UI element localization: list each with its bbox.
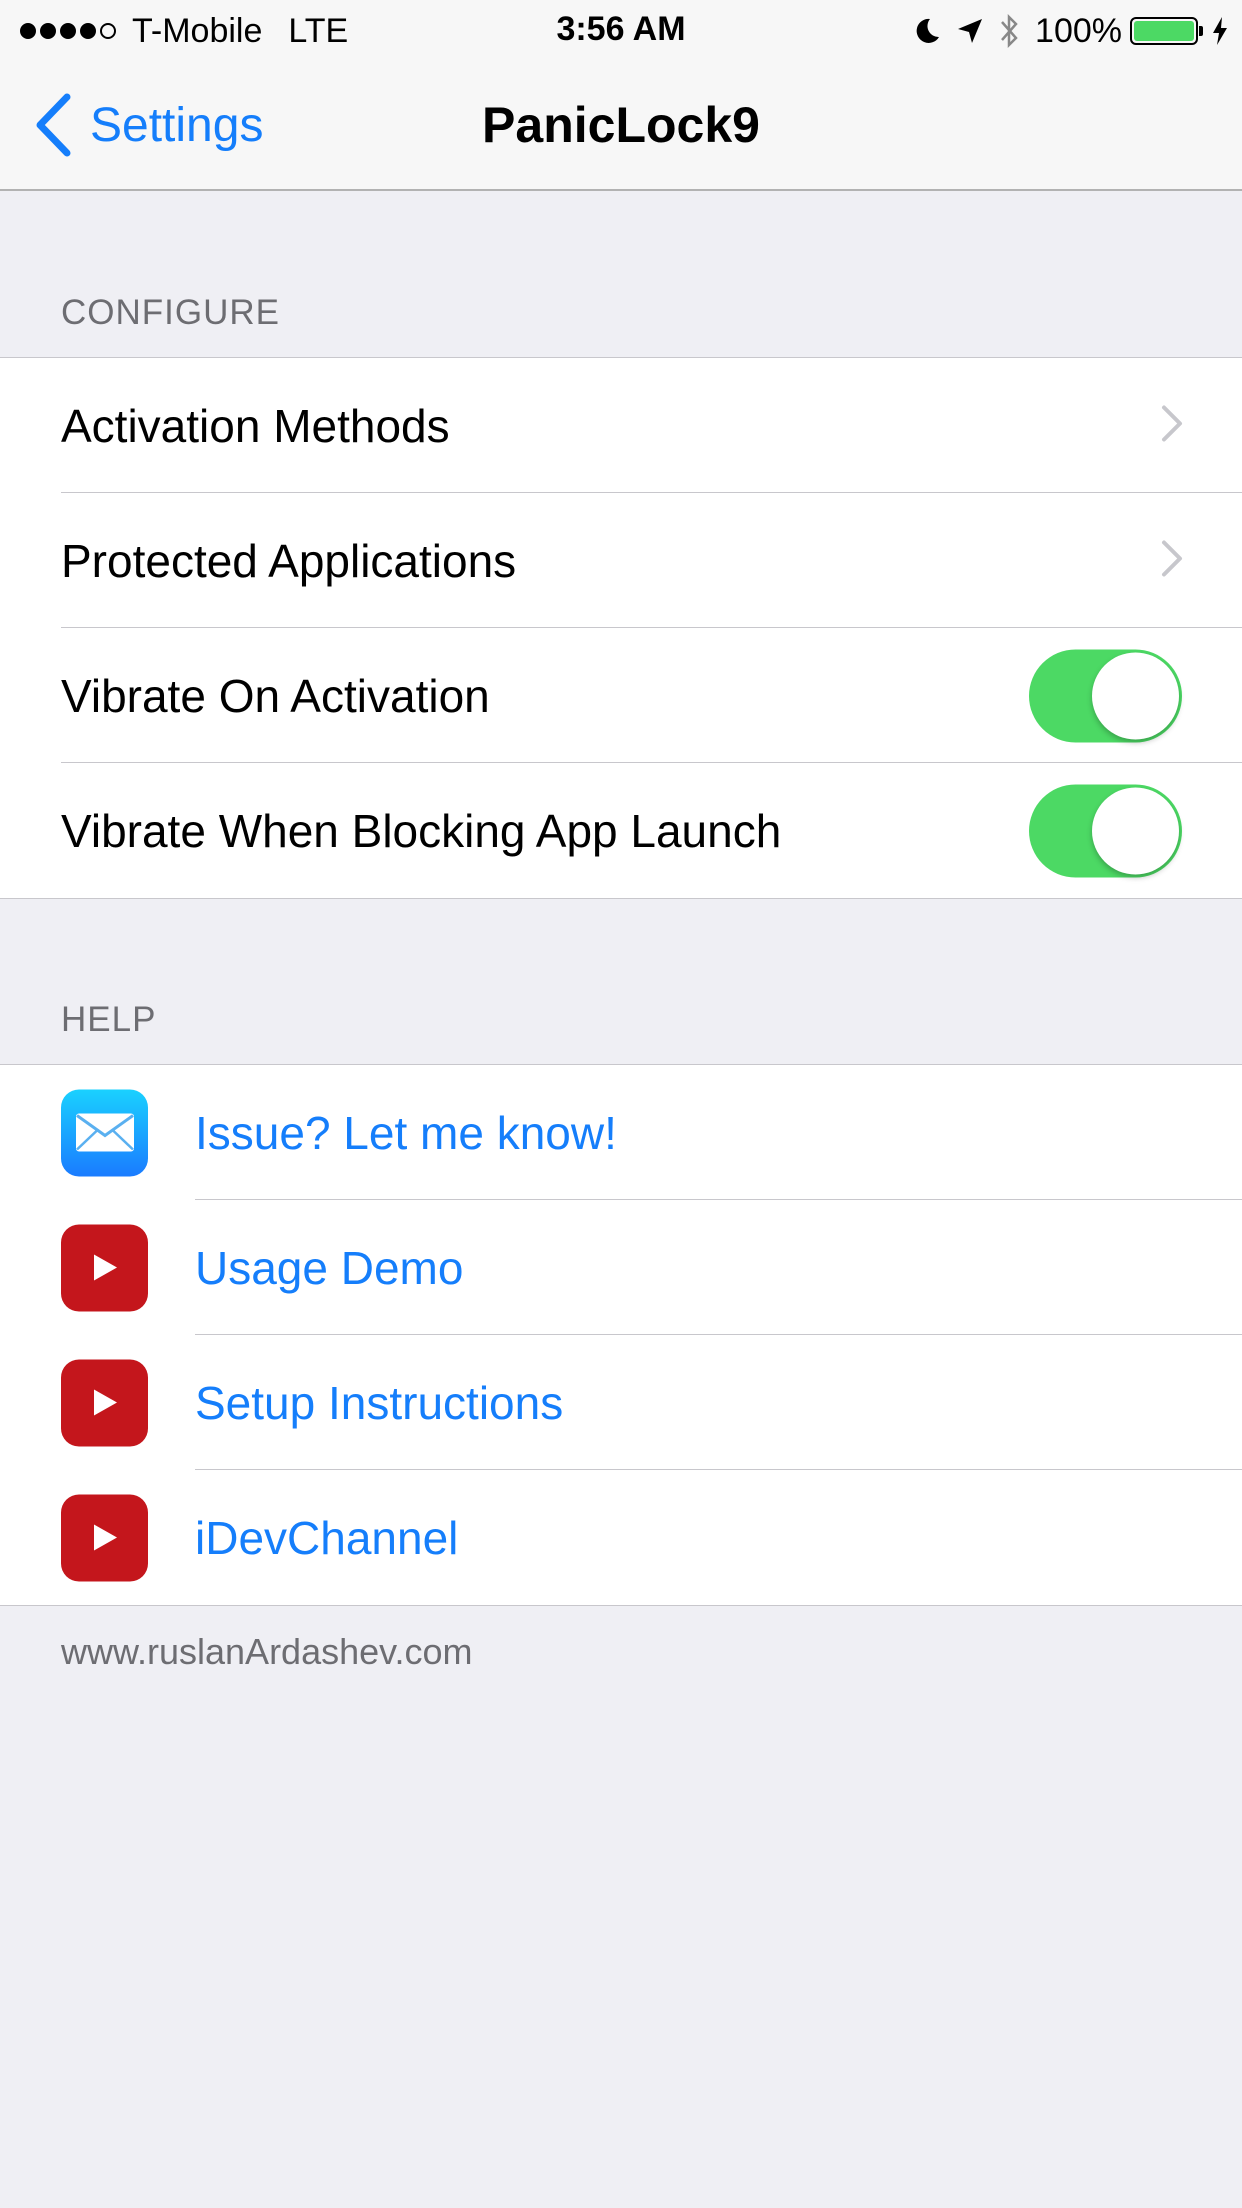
vibrate-on-activation-label: Vibrate On Activation: [61, 669, 490, 722]
configure-section-header: CONFIGURE: [61, 293, 280, 332]
status-right: 100%: [911, 10, 1228, 52]
setup-instructions-link: Setup Instructions: [195, 1376, 564, 1429]
activation-methods-row[interactable]: Activation Methods: [0, 358, 1242, 493]
youtube-play-icon: [61, 1224, 148, 1311]
protected-applications-label: Protected Applications: [61, 534, 517, 587]
youtube-play-icon: [61, 1494, 148, 1581]
issue-row[interactable]: Issue? Let me know!: [0, 1065, 1242, 1200]
vibrate-blocking-label: Vibrate When Blocking App Launch: [61, 804, 782, 857]
youtube-play-icon: [61, 1359, 148, 1446]
vibrate-blocking-row: Vibrate When Blocking App Launch: [0, 763, 1242, 898]
vibrate-on-activation-toggle[interactable]: [1029, 649, 1182, 742]
navigation-bar: Settings PanicLock9: [0, 60, 1242, 191]
usage-demo-link: Usage Demo: [195, 1241, 464, 1294]
issue-link: Issue? Let me know!: [195, 1106, 617, 1159]
usage-demo-row[interactable]: Usage Demo: [0, 1200, 1242, 1335]
mail-icon: [61, 1089, 148, 1176]
chevron-right-icon: [1160, 538, 1184, 583]
help-section-header: HELP: [61, 1000, 157, 1039]
vibrate-on-activation-row: Vibrate On Activation: [0, 628, 1242, 763]
moon-icon: [911, 16, 941, 46]
idevchannel-link: iDevChannel: [195, 1511, 459, 1564]
charging-bolt-icon: [1212, 16, 1228, 46]
activation-methods-label: Activation Methods: [61, 399, 450, 452]
idevchannel-row[interactable]: iDevChannel: [0, 1470, 1242, 1605]
page-title: PanicLock9: [482, 97, 760, 153]
help-group: Issue? Let me know! Usage Demo Setup Ins…: [0, 1064, 1242, 1606]
bluetooth-icon: [999, 13, 1021, 49]
status-bar: T-Mobile LTE 3:56 AM 100%: [0, 0, 1242, 60]
battery-percent: 100%: [1035, 11, 1122, 50]
protected-applications-row[interactable]: Protected Applications: [0, 493, 1242, 628]
battery-icon: [1130, 17, 1203, 45]
location-arrow-icon: [955, 16, 985, 46]
footer-website: www.ruslanArdashev.com: [61, 1631, 473, 1672]
chevron-right-icon: [1160, 403, 1184, 448]
setup-instructions-row[interactable]: Setup Instructions: [0, 1335, 1242, 1470]
vibrate-blocking-toggle[interactable]: [1029, 784, 1182, 877]
configure-group: Activation Methods Protected Application…: [0, 357, 1242, 899]
